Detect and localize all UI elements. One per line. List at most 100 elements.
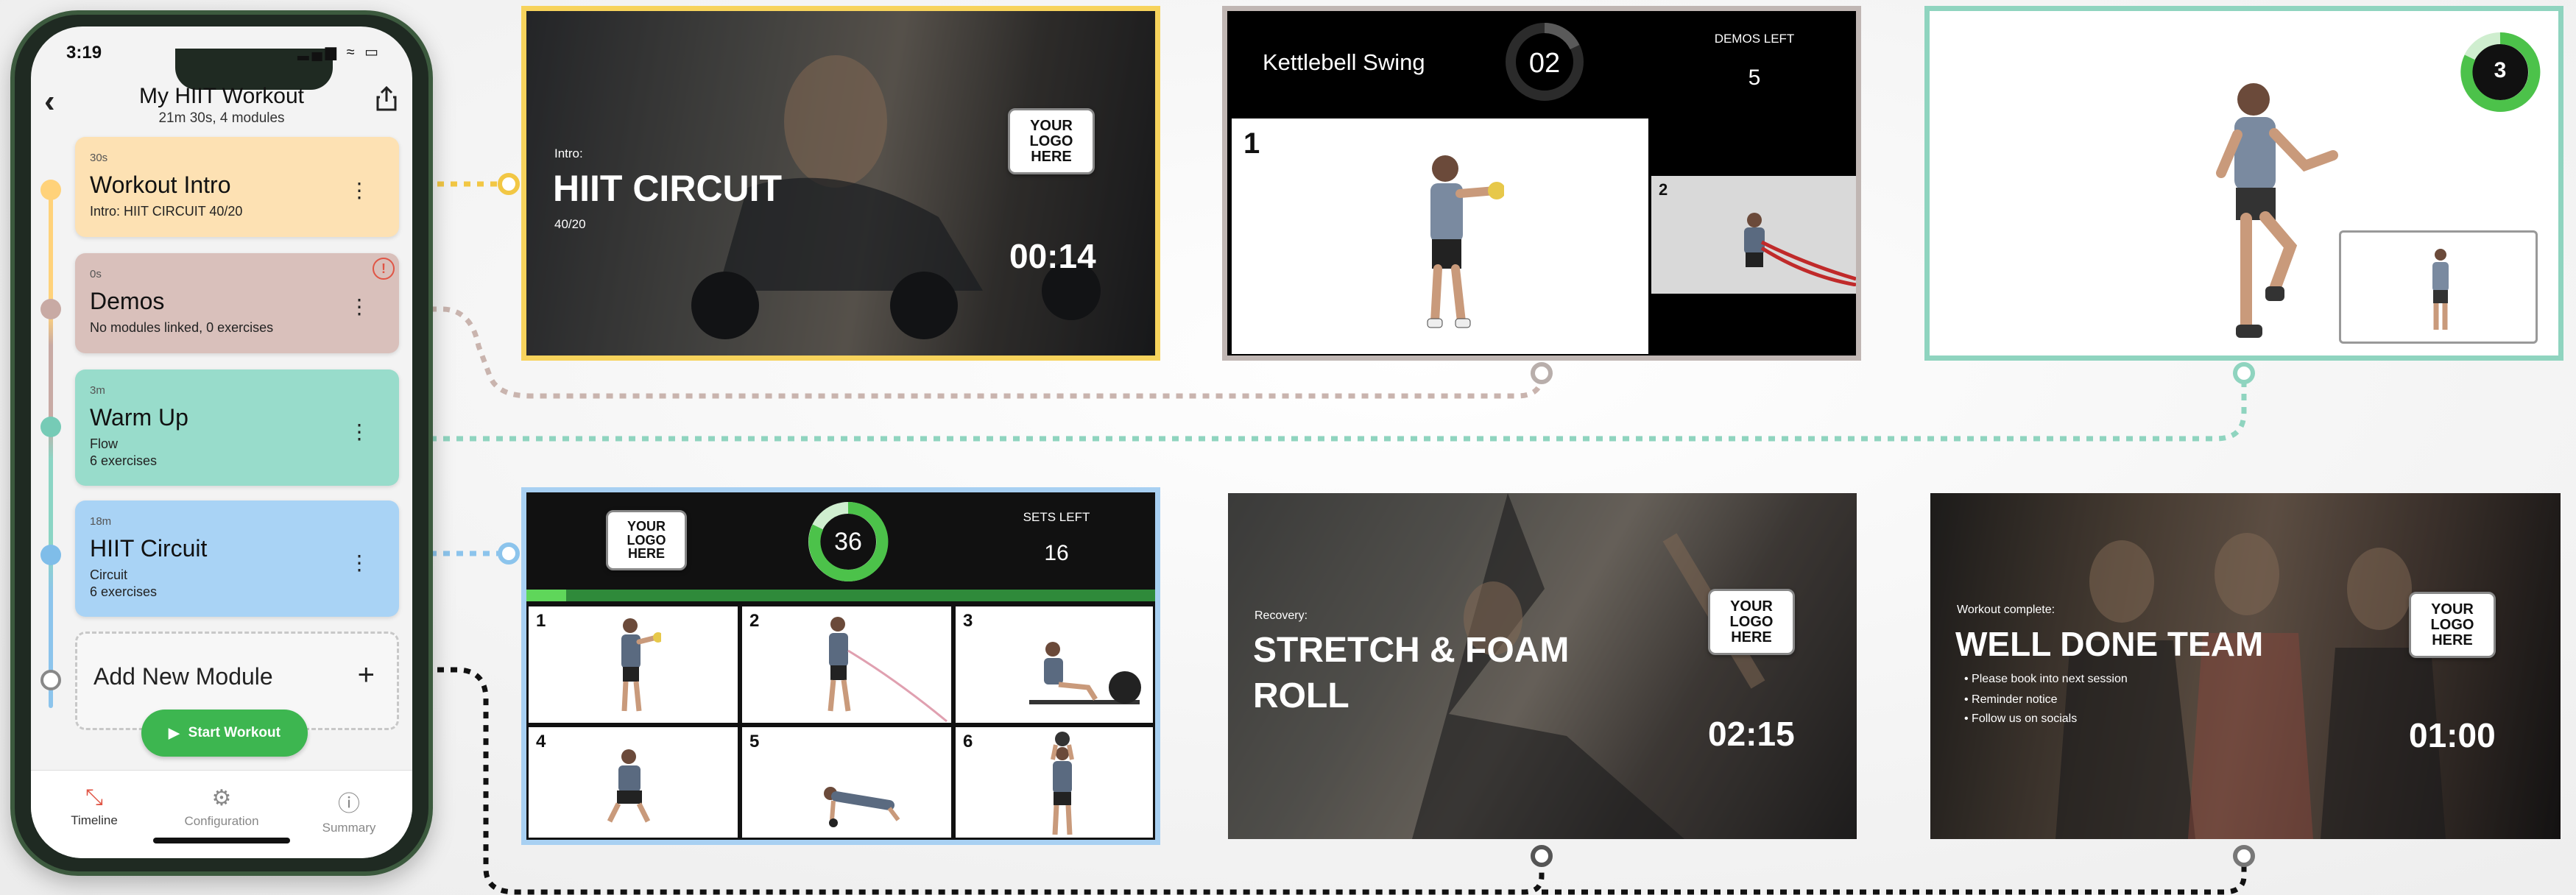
demos-left-label: DEMOS LEFT (1714, 32, 1795, 46)
module-card-warm-up[interactable]: 3m Warm Up Flow 6 exercises ⋮ (75, 369, 399, 486)
module-name: Workout Intro (90, 171, 231, 198)
module-name: Demos (90, 288, 165, 314)
kebab-menu-icon[interactable]: ⋮ (349, 422, 370, 442)
preview-warmup[interactable]: 3 (1924, 6, 2563, 361)
squat-figure (607, 749, 651, 823)
timeline-dot-circuit (40, 545, 61, 565)
logo-placeholder: YOUR LOGO HERE (606, 510, 687, 570)
timeline-dot-add (40, 670, 61, 690)
kebab-menu-icon[interactable]: ⋮ (349, 297, 370, 317)
cell-number: 2 (749, 611, 760, 631)
tab-configuration[interactable]: ⚙ Configuration (158, 785, 285, 829)
module-card-workout-intro[interactable]: 30s Workout Intro Intro: HIIT CIRCUIT 40… (75, 137, 399, 237)
preview-demo[interactable]: Kettlebell Swing 02 DEMOS LEFT 5 1 2 (1222, 6, 1861, 361)
standing-figure (2432, 249, 2449, 330)
high-knee-figure (2216, 83, 2338, 338)
countdown-timer: 00:14 (1009, 237, 1096, 275)
exercise-cell: 1 (526, 604, 740, 725)
countdown-timer: 02:15 (1708, 715, 1795, 753)
module-card-demos[interactable]: 0s Demos No modules linked, 0 exercises … (75, 253, 399, 353)
module-description: No modules linked, 0 exercises (90, 320, 274, 335)
info-icon: ⓘ (338, 792, 360, 816)
home-indicator (153, 838, 290, 843)
pushup-figure (824, 787, 900, 827)
workout-title: My HIIT Workout (139, 84, 304, 108)
start-workout-button[interactable]: ▶ Start Workout (141, 710, 308, 757)
countdown-timer: 01:00 (2409, 716, 2496, 754)
preview-complete[interactable]: Workout complete: WELL DONE TEAM • Pleas… (1930, 493, 2561, 839)
module-description: Flow (90, 436, 119, 451)
logo-placeholder: YOUR LOGO HERE (1008, 108, 1095, 174)
module-duration: 0s (90, 268, 102, 280)
preview-intro[interactable]: Intro: HIIT CIRCUIT 40/20 YOUR LOGO HERE 0… (521, 6, 1160, 361)
complete-bullet: • Reminder notice (1964, 693, 2058, 706)
exercise-name: Kettlebell Swing (1263, 49, 1425, 75)
recovery-title-line2: ROLL (1253, 676, 1349, 715)
gear-icon: ⚙ (211, 786, 232, 810)
play-icon: ▶ (169, 725, 180, 741)
status-icons: ▂▄▆ ≈ ▭ (297, 44, 381, 60)
tab-timeline[interactable]: ⤡ Timeline (31, 785, 158, 828)
recovery-prefix: Recovery: (1255, 609, 1308, 622)
exercise-cell: 3 (953, 604, 1155, 725)
warning-icon[interactable]: ! (373, 258, 395, 280)
module-description: Circuit (90, 567, 128, 582)
intro-subtitle: 40/20 (554, 217, 586, 231)
battle-rope-figure (1744, 213, 1856, 286)
rower-figure (1029, 642, 1141, 704)
module-name: HIIT Circuit (90, 535, 208, 562)
tab-bar: ⤡ Timeline ⚙ Configuration ⓘ Summary (31, 770, 412, 858)
module-duration: 18m (90, 515, 112, 528)
exercise-figure (1427, 155, 1504, 328)
timeline-dot-demos (40, 299, 61, 319)
tab-label: Summary (322, 821, 376, 835)
complete-bullet: • Follow us on socials (1964, 712, 2078, 725)
countdown-number: 02 (1528, 48, 1561, 79)
intro-title: HIIT CIRCUIT (553, 168, 783, 209)
timeline-dot-warmup (40, 417, 61, 437)
demos-left-value: 5 (1748, 66, 1761, 90)
exercise-figure (621, 618, 661, 712)
sets-left-label: SETS LEFT (1023, 510, 1090, 524)
preview-recovery[interactable]: Recovery: STRETCH & FOAM ROLL YOUR LOGO HE… (1228, 493, 1857, 839)
demo-number: 1 (1243, 127, 1260, 160)
connector-dot-complete (2233, 845, 2255, 867)
exercise-cell: 2 (740, 604, 953, 725)
logo-placeholder: YOUR LOGO HERE (2409, 592, 2496, 658)
timeline-dot-intro (40, 180, 61, 200)
kebab-menu-icon[interactable]: ⋮ (349, 180, 370, 201)
kebab-menu-icon[interactable]: ⋮ (349, 553, 370, 573)
connector-dot-intro (498, 173, 520, 195)
connector-dot-demo (1531, 362, 1553, 384)
module-name: Warm Up (90, 404, 188, 431)
module-card-hiit-circuit[interactable]: 18m HIIT Circuit Circuit 6 exercises ⋮ (75, 500, 399, 617)
cell-number: 4 (536, 732, 546, 751)
share-icon[interactable] (375, 85, 398, 112)
recovery-title-line1: STRETCH & FOAM (1253, 631, 1570, 670)
connector-dot-circuit (498, 542, 520, 565)
plus-icon[interactable]: + (358, 659, 375, 692)
tab-summary[interactable]: ⓘ Summary (286, 785, 412, 835)
countdown-number: 3 (2494, 58, 2507, 82)
module-exercise-count: 6 exercises (90, 453, 158, 468)
exercise-cell: 5 (740, 725, 953, 840)
timeline-icon: ⤡ (85, 785, 103, 810)
connector-dot-recovery (1531, 845, 1553, 867)
bullet-text: Follow us on socials (1972, 712, 2078, 725)
module-description: Intro: HIIT CIRCUIT 40/20 (90, 204, 243, 219)
complete-title: WELL DONE TEAM (1955, 625, 2264, 663)
next-exercise-preview (2339, 230, 2538, 344)
start-workout-label: Start Workout (188, 725, 280, 740)
cell-number: 5 (749, 732, 760, 751)
add-module-label: Add New Module (93, 663, 273, 690)
demo-number: 2 (1659, 180, 1668, 199)
phone-screen: 3:19 ▂▄▆ ≈ ▭ ‹ My HIIT Workout 21m 30s, … (31, 26, 412, 858)
circuit-progress-fill (526, 590, 566, 601)
sets-left-value: 16 (1044, 541, 1069, 565)
preview-circuit[interactable]: YOUR LOGO HERE 36 SETS LEFT 16 1 2 3 4 5 6 (521, 487, 1160, 845)
intro-prefix: Intro: (554, 146, 583, 160)
logo-placeholder: YOUR LOGO HERE (1708, 589, 1795, 655)
bullet-text: Reminder notice (1972, 693, 2058, 706)
next-demo-video: 2 (1651, 176, 1856, 294)
circuit-progress-bar (526, 590, 1155, 601)
